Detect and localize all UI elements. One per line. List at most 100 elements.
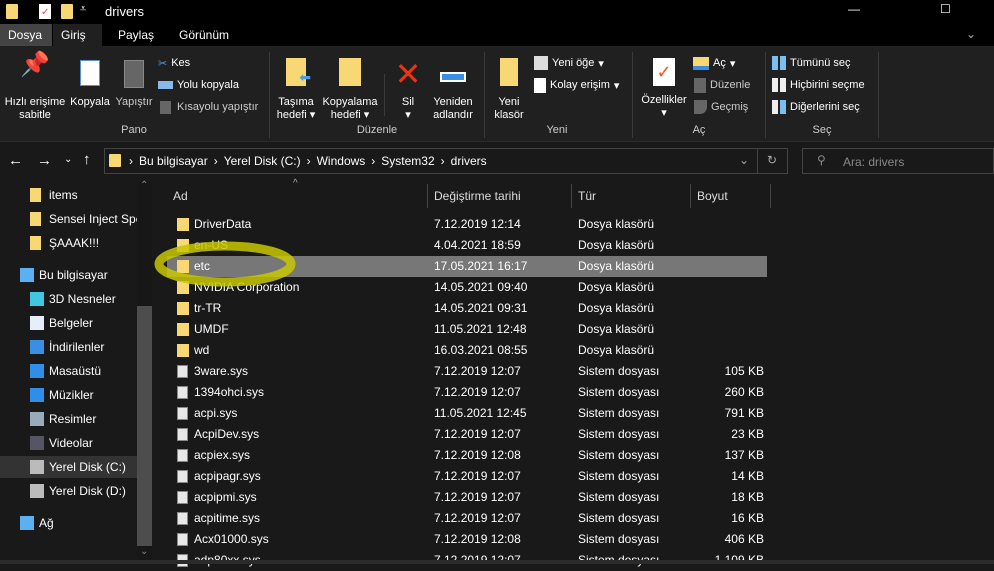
file-row[interactable]: UMDF 11.05.2021 12:48 Dosya klasörü	[167, 319, 767, 340]
column-header-name[interactable]: Ad	[167, 184, 428, 208]
sidebar-item[interactable]: Müzikler	[0, 384, 137, 406]
file-name: acpipagr.sys	[194, 469, 261, 483]
document-icon	[30, 316, 44, 330]
sidebar-item[interactable]: Bu bilgisayar	[0, 264, 137, 286]
paste-button[interactable]: Yapıştır	[114, 58, 154, 109]
invert-selection-button[interactable]: Diğerlerini seç	[772, 98, 860, 116]
customize-toolbar-icon[interactable]: ⩡	[80, 3, 86, 16]
open-button[interactable]: Aç ▾	[693, 54, 735, 72]
tab-gorunum[interactable]: Görünüm	[171, 24, 237, 46]
breadcrumb-item[interactable]: drivers	[451, 154, 487, 168]
sidebar-item[interactable]: Yerel Disk (D:)	[0, 480, 137, 502]
copy-to-button[interactable]: Kopyalama hedefi ▾	[320, 58, 380, 122]
file-date: 14.05.2021 09:31	[434, 301, 528, 315]
properties-button[interactable]: ✓ Özellikler ▾	[638, 58, 690, 120]
move-to-button[interactable]: ⬅ Taşıma hedefi ▾	[274, 58, 318, 122]
rename-button[interactable]: Yeniden adlandır	[430, 58, 476, 122]
minimize-button[interactable]: —	[848, 2, 860, 16]
breadcrumb-item[interactable]: System32	[381, 154, 434, 168]
properties-icon[interactable]: ✓	[39, 4, 51, 19]
file-row[interactable]: acpiex.sys 7.12.2019 12:08 Sistem dosyası 1…	[167, 445, 767, 466]
expand-ribbon-icon[interactable]: ⌄	[966, 27, 976, 41]
copy-button[interactable]: Kopyala	[70, 58, 110, 109]
file-row[interactable]: acpipagr.sys 7.12.2019 12:07 Sistem dosyas…	[167, 466, 767, 487]
folder-icon	[30, 188, 41, 202]
system-file-icon	[177, 365, 188, 378]
file-date: 7.12.2019 12:14	[434, 217, 521, 231]
sidebar-item-label: Masaüstü	[49, 364, 102, 378]
file-row[interactable]: wd 16.03.2021 08:55 Dosya klasörü	[167, 340, 767, 361]
file-row[interactable]: DriverData 7.12.2019 12:14 Dosya klasörü	[167, 214, 767, 235]
paste-shortcut-button[interactable]: Kısayolu yapıştır	[158, 98, 258, 116]
file-date: 7.12.2019 12:07	[434, 490, 521, 504]
select-none-button[interactable]: Hiçbirini seçme	[772, 76, 865, 94]
sidebar-item[interactable]: Videolar	[0, 432, 137, 454]
column-header-date[interactable]: Değiştirme tarihi	[428, 184, 572, 208]
copy-path-button[interactable]: Yolu kopyala	[158, 76, 239, 94]
column-header-size[interactable]: Boyut	[691, 184, 771, 208]
select-none-icon	[772, 78, 786, 92]
tab-dosya[interactable]: Dosya	[0, 24, 52, 46]
file-row[interactable]: 1394ohci.sys 7.12.2019 12:07 Sistem dosyas…	[167, 382, 767, 403]
sidebar-item[interactable]: 3D Nesneler	[0, 288, 137, 310]
breadcrumb-item[interactable]: Yerel Disk (C:)	[224, 154, 301, 168]
maximize-button[interactable]: ☐	[940, 2, 951, 16]
new-folder-button[interactable]: Yeni klasör	[490, 58, 528, 122]
search-box[interactable]: ⚲ Ara: drivers	[802, 148, 994, 174]
scrollbar-thumb[interactable]	[137, 306, 152, 546]
easy-access-button[interactable]: Kolay erişim ▾	[534, 76, 619, 94]
chevron-down-icon[interactable]: ⌄	[739, 153, 749, 167]
select-all-icon	[772, 56, 786, 70]
new-item-icon	[534, 56, 548, 70]
desktop-icon	[30, 364, 44, 378]
address-bar[interactable]: › Bu bilgisayar › Yerel Disk (C:) › Windows…	[104, 148, 788, 174]
edit-button[interactable]: Düzenle	[694, 76, 750, 94]
breadcrumb-item[interactable]: Windows	[317, 154, 366, 168]
sidebar-item-label: items	[49, 188, 78, 202]
file-row[interactable]: acpipmi.sys 7.12.2019 12:07 Sistem dosyası…	[167, 487, 767, 508]
file-type: Dosya klasörü	[578, 322, 655, 336]
file-row[interactable]: Acx01000.sys 7.12.2019 12:08 Sistem dosyas…	[167, 529, 767, 550]
new-folder-icon[interactable]	[61, 4, 73, 19]
recent-locations-icon[interactable]: ⌄	[64, 154, 72, 165]
file-row[interactable]: acpi.sys 11.05.2021 12:45 Sistem dosyası 79…	[167, 403, 767, 424]
network-icon	[20, 516, 34, 530]
search-input[interactable]: Ara: drivers	[843, 155, 904, 169]
sidebar-item[interactable]: Ağ	[0, 512, 137, 534]
tab-giris[interactable]: Giriş	[53, 24, 102, 46]
breadcrumb-item[interactable]: Bu bilgisayar	[139, 154, 208, 168]
tab-paylas[interactable]: Paylaş	[110, 24, 162, 46]
sidebar-item[interactable]: Belgeler	[0, 312, 137, 334]
pin-quick-access-button[interactable]: 📌 Hızlı erişime sabitle	[3, 53, 67, 122]
sidebar-item[interactable]: ŞAAAK!!!	[0, 232, 137, 254]
up-button[interactable]: ↑	[83, 151, 91, 168]
refresh-icon[interactable]: ↻	[767, 153, 777, 167]
file-row[interactable]: acpitime.sys 7.12.2019 12:07 Sistem dosyas…	[167, 508, 767, 529]
sidebar-item-label: Yerel Disk (D:)	[49, 484, 126, 498]
history-button[interactable]: Geçmiş	[694, 98, 748, 116]
sidebar-item-label: Ağ	[39, 516, 54, 530]
system-file-icon	[177, 533, 188, 546]
delete-button[interactable]: ✕ Sil ▾	[392, 58, 424, 122]
sidebar-item[interactable]: Masaüstü	[0, 360, 137, 382]
new-item-button[interactable]: Yeni öğe ▾	[534, 54, 604, 72]
system-file-icon	[177, 449, 188, 462]
sidebar-item[interactable]: İndirilenler	[0, 336, 137, 358]
sidebar-item[interactable]: items	[0, 184, 137, 206]
file-row[interactable]: tr-TR 14.05.2021 09:31 Dosya klasörü	[167, 298, 767, 319]
back-button[interactable]: ←	[8, 152, 23, 169]
sidebar-item[interactable]: Sensei Inject Spe	[0, 208, 137, 230]
file-name: acpipmi.sys	[194, 490, 257, 504]
file-name: acpi.sys	[194, 406, 238, 420]
column-header-type[interactable]: Tür	[572, 184, 691, 208]
cut-button[interactable]: ✂ Kes	[158, 54, 190, 72]
file-row[interactable]: 3ware.sys 7.12.2019 12:07 Sistem dosyası 10…	[167, 361, 767, 382]
file-row[interactable]: AcpiDev.sys 7.12.2019 12:07 Sistem dosyası…	[167, 424, 767, 445]
sidebar-item[interactable]: Yerel Disk (C:)	[0, 456, 137, 478]
forward-button[interactable]: →	[37, 152, 52, 169]
select-all-button[interactable]: Tümünü seç	[772, 54, 851, 72]
file-type: Dosya klasörü	[578, 280, 655, 294]
sidebar-item[interactable]: Resimler	[0, 408, 137, 430]
file-date: 16.03.2021 08:55	[434, 343, 528, 357]
sidebar-item-label: Sensei Inject Spe	[49, 212, 137, 226]
